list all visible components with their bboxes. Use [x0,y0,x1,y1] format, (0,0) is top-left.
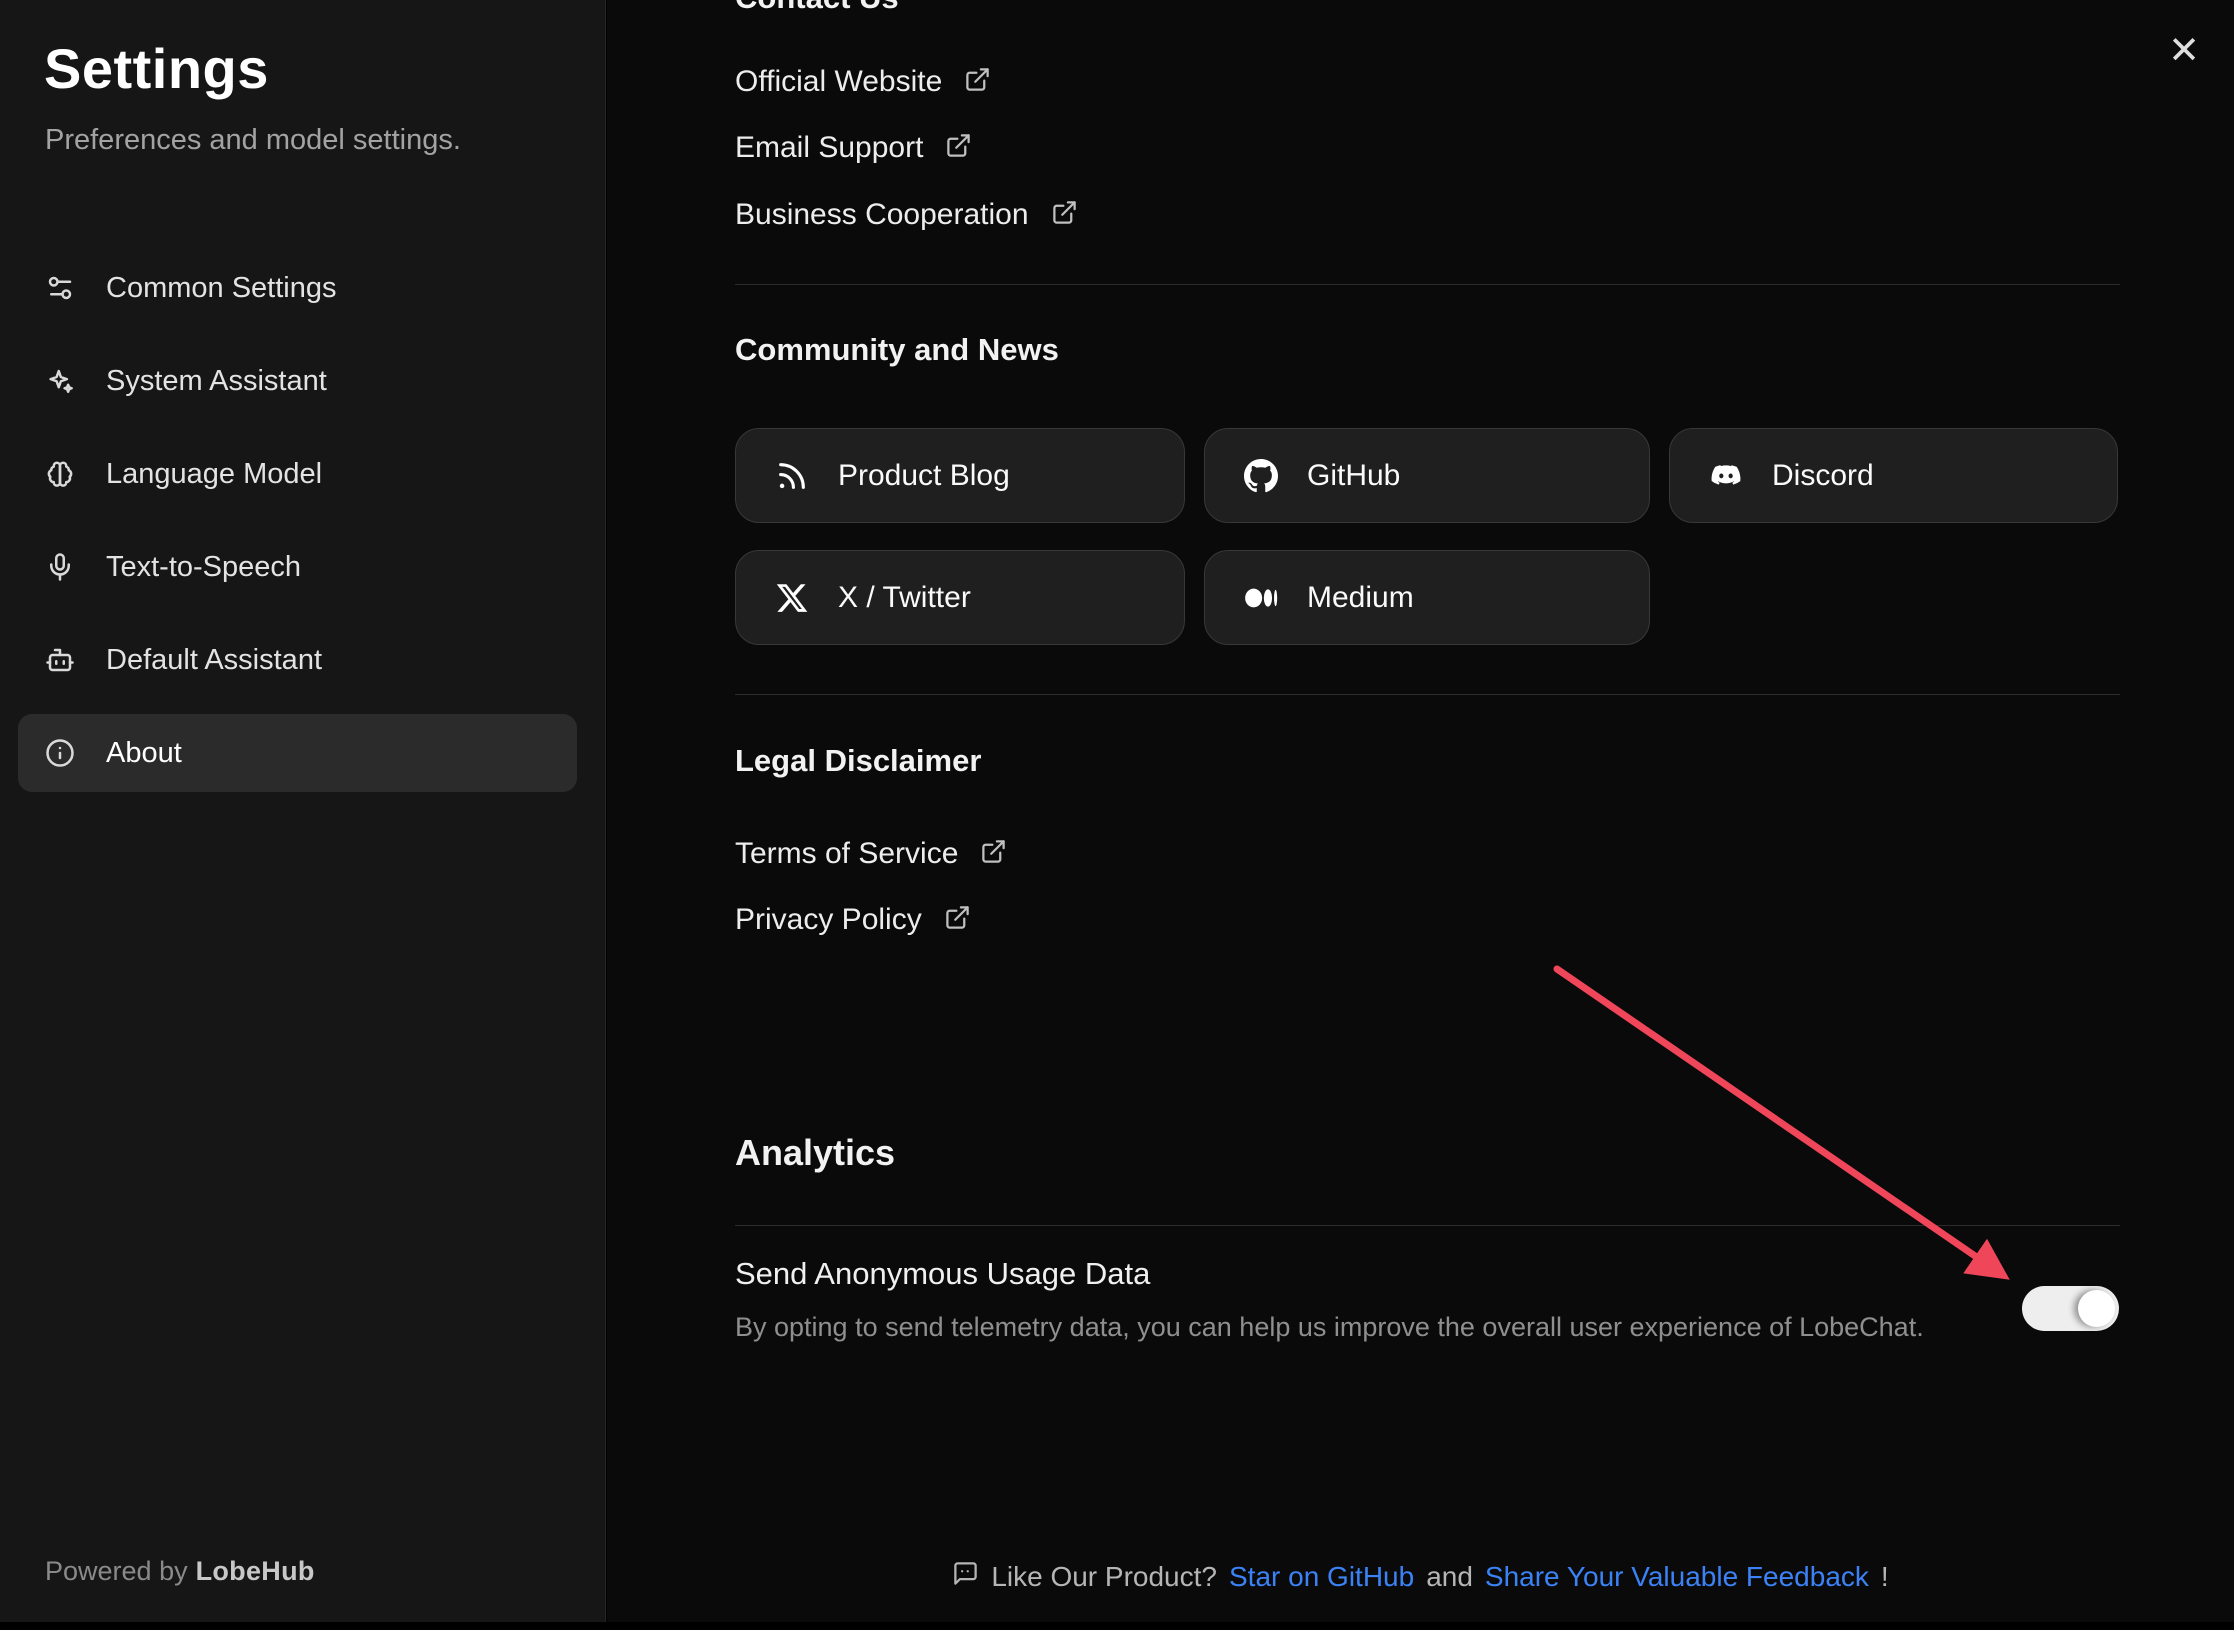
close-icon: ✕ [2168,28,2200,73]
rss-icon [774,458,810,494]
external-link-icon [964,66,991,98]
x-twitter-button[interactable]: X / Twitter [735,550,1185,645]
bot-icon [44,644,76,676]
business-cooperation-link[interactable]: Business Cooperation [735,192,1078,238]
external-link-icon [980,838,1007,870]
feedback-icon [952,1560,979,1594]
contact-heading: Contact Us [735,0,899,16]
external-link-icon [945,132,972,164]
sidebar: Settings Preferences and model settings.… [0,0,606,1622]
divider [735,284,2120,285]
discord-button[interactable]: Discord [1669,428,2118,523]
sidebar-item-text-to-speech[interactable]: Text-to-Speech [18,528,577,606]
product-blog-button[interactable]: Product Blog [735,428,1185,523]
medium-button[interactable]: Medium [1204,550,1650,645]
sidebar-item-system-assistant[interactable]: System Assistant [18,342,577,420]
powered-by: Powered by LobeHub [45,1556,315,1587]
about-panel: Contact Us Official Website Email Suppor… [607,0,2234,1622]
x-icon [774,580,810,616]
sidebar-item-common-settings[interactable]: Common Settings [18,249,577,327]
sidebar-item-label: System Assistant [106,365,327,398]
sidebar-item-label: Text-to-Speech [106,551,301,584]
github-icon [1243,458,1279,494]
sidebar-item-about[interactable]: About [18,714,577,792]
sparkles-icon [44,365,76,397]
settings-nav: Common Settings System Assistant Languag… [18,249,577,792]
external-link-icon [1051,199,1078,231]
close-button[interactable]: ✕ [2156,22,2212,78]
legal-heading: Legal Disclaimer [735,743,981,779]
privacy-policy-link[interactable]: Privacy Policy [735,897,971,943]
share-feedback-link[interactable]: Share Your Valuable Feedback [1485,1561,1869,1593]
feedback-footer: Like Our Product? Star on GitHub and Sha… [607,1560,2234,1594]
info-icon [44,737,76,769]
brand-logo: LobeHub [196,1556,315,1586]
divider [735,694,2120,695]
community-heading: Community and News [735,332,1059,368]
sidebar-item-label: Common Settings [106,272,337,305]
official-website-link[interactable]: Official Website [735,59,991,105]
sidebar-item-default-assistant[interactable]: Default Assistant [18,621,577,699]
toggle-knob [2078,1290,2115,1327]
footer-text: Like Our Product? [991,1561,1217,1593]
email-support-link[interactable]: Email Support [735,125,972,171]
usage-data-description: By opting to send telemetry data, you ca… [735,1312,1924,1343]
analytics-heading: Analytics [735,1132,895,1174]
sidebar-item-label: Language Model [106,458,322,491]
usage-data-label: Send Anonymous Usage Data [735,1256,1150,1292]
sidebar-item-label: Default Assistant [106,644,322,677]
sidebar-item-label: About [106,737,182,770]
star-on-github-link[interactable]: Star on GitHub [1229,1561,1414,1593]
external-link-icon [944,904,971,936]
footer-text: and [1426,1561,1473,1593]
mic-icon [44,551,76,583]
brain-icon [44,458,76,490]
footer-text: ! [1881,1561,1889,1593]
settings-modal: Settings Preferences and model settings.… [0,0,2234,1630]
terms-of-service-link[interactable]: Terms of Service [735,831,1007,877]
discord-icon [1708,458,1744,494]
powered-by-label: Powered by [45,1556,188,1586]
sidebar-item-language-model[interactable]: Language Model [18,435,577,513]
sliders-icon [44,272,76,304]
usage-data-toggle[interactable] [2022,1286,2119,1331]
page-title: Settings [44,36,269,101]
page-subtitle: Preferences and model settings. [45,124,461,157]
github-button[interactable]: GitHub [1204,428,1650,523]
medium-icon [1243,580,1279,616]
divider [735,1225,2120,1226]
